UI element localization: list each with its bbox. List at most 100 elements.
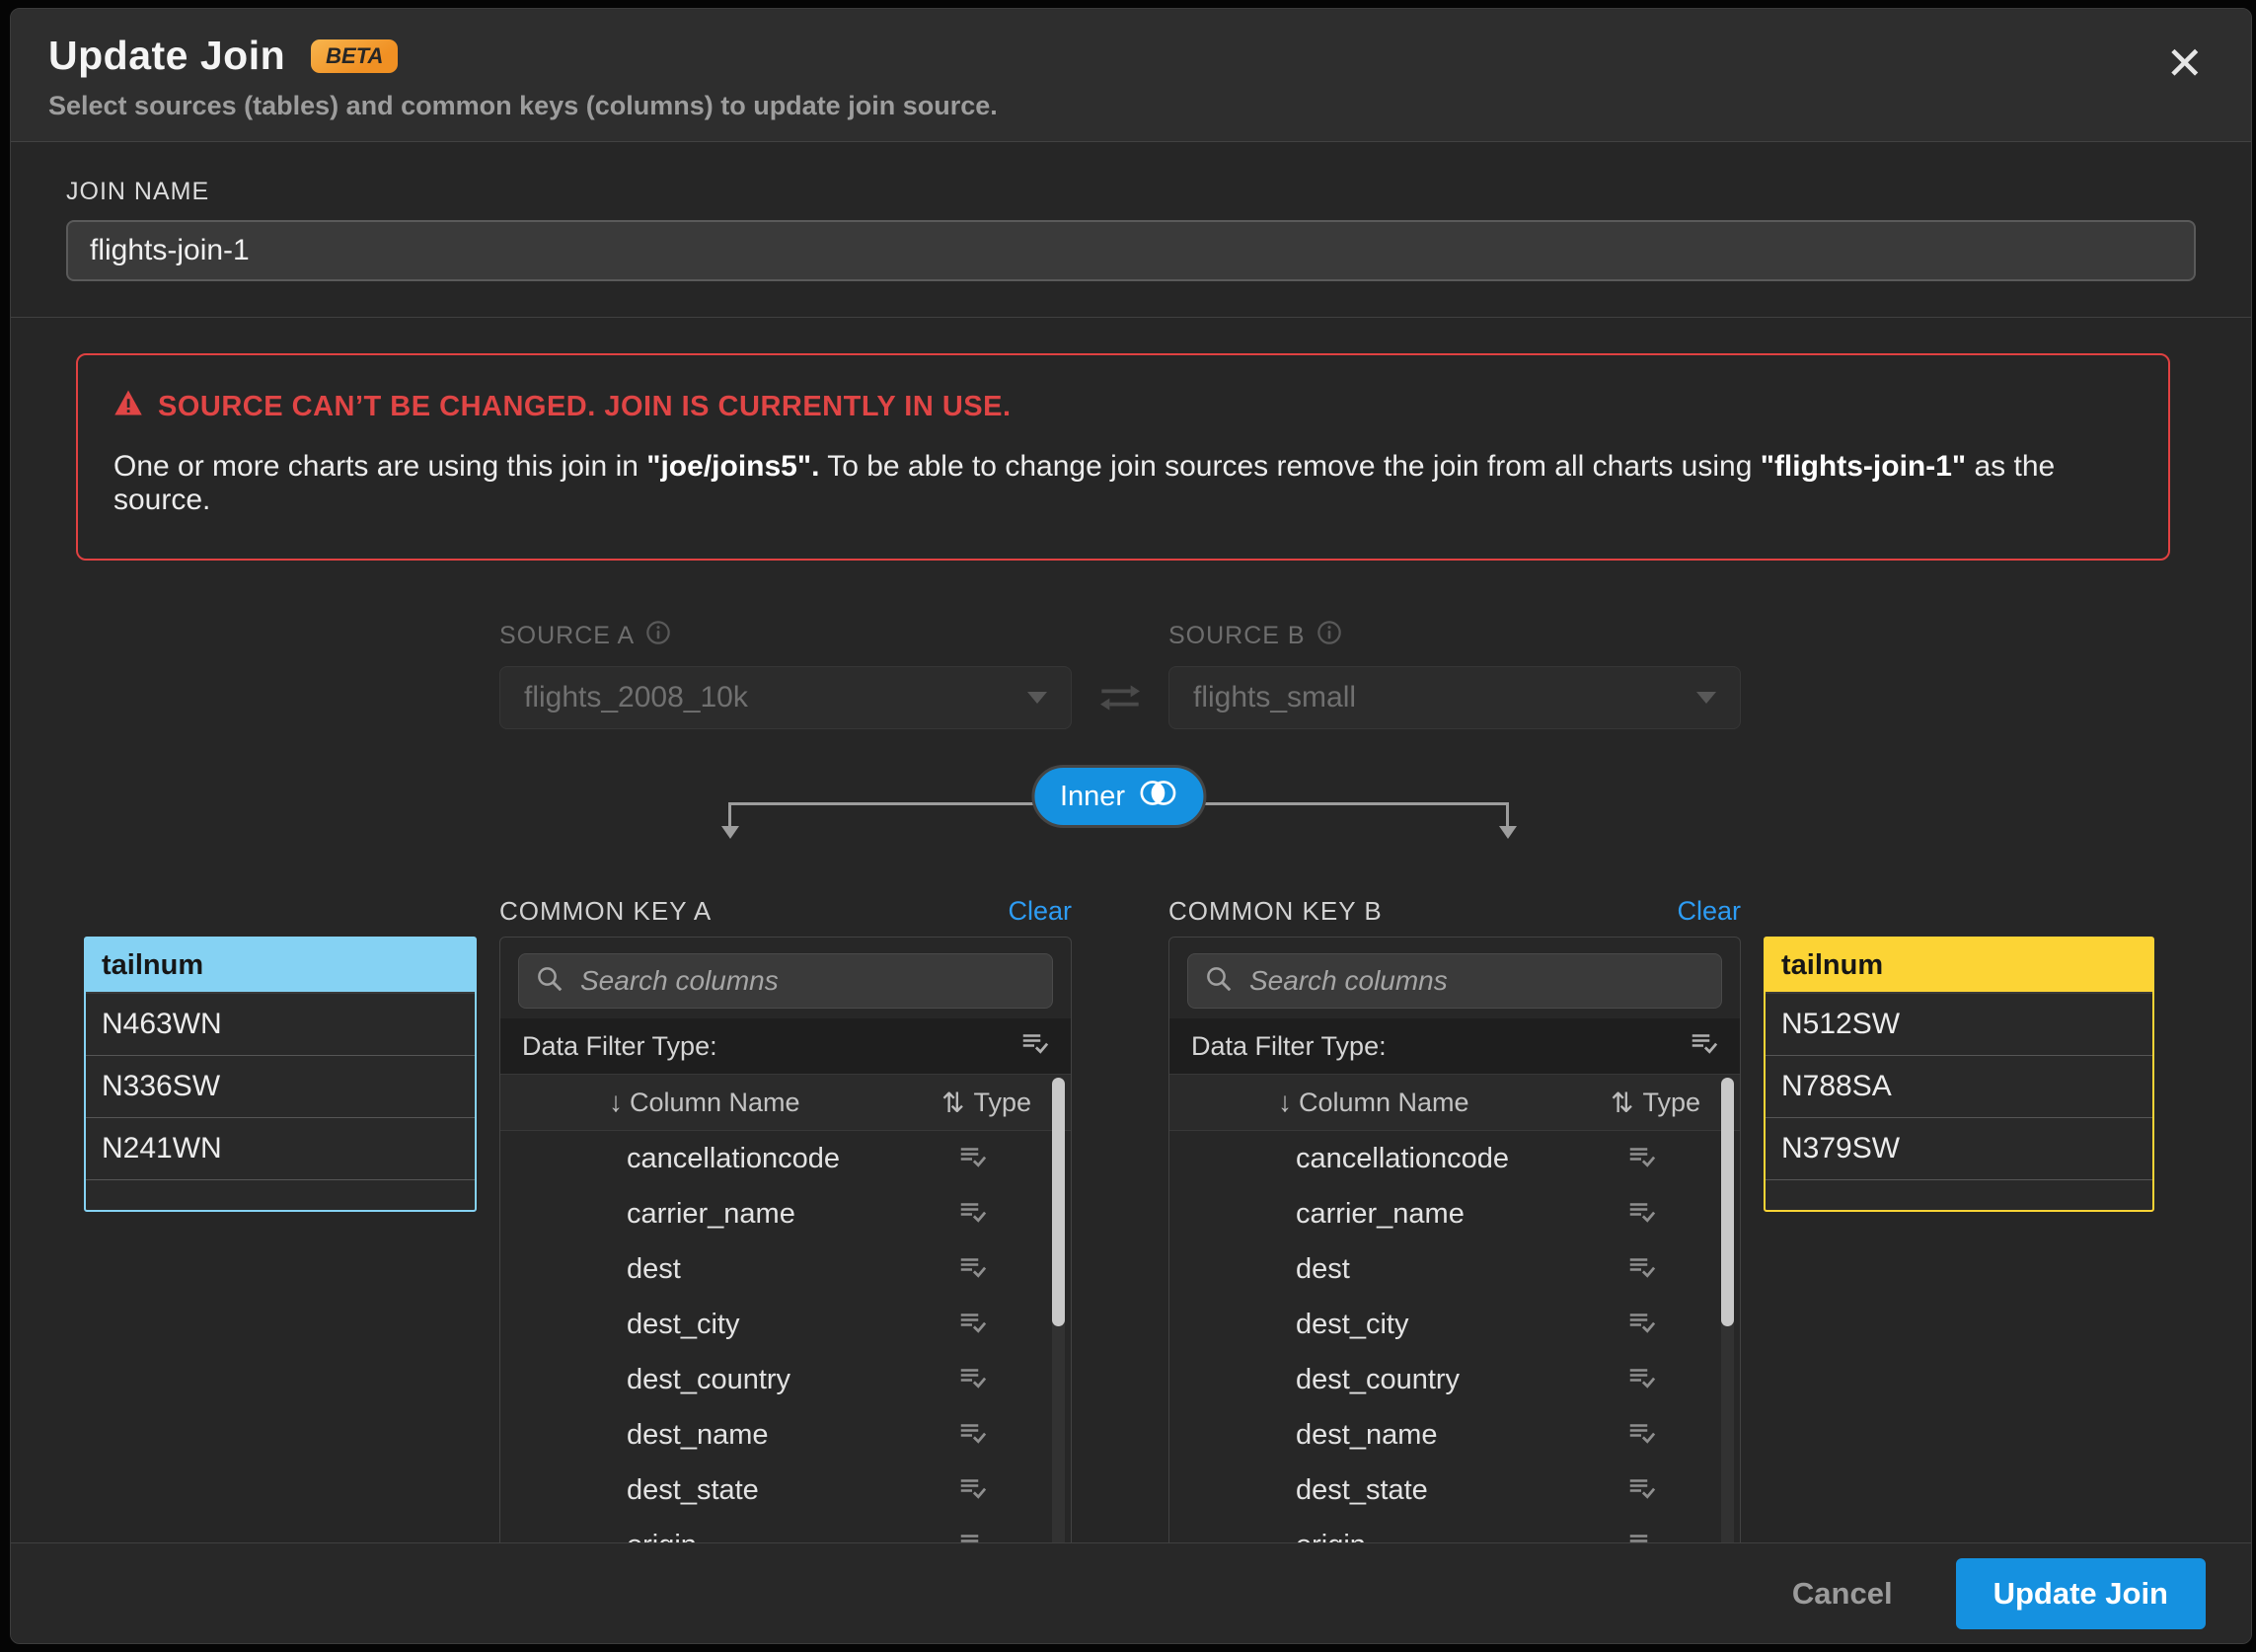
table-b-column: tailnum N512SW N788SA N379SW — [1764, 893, 2154, 1212]
data-filter-type-row-a: Data Filter Type: — [500, 1018, 1071, 1074]
arrow-down-left-icon — [721, 826, 739, 839]
data-filter-type-label: Data Filter Type: — [1191, 1031, 1387, 1062]
column-row[interactable]: dest — [500, 1241, 1071, 1297]
search-columns-a — [518, 953, 1053, 1009]
column-name: dest_city — [1169, 1309, 1567, 1341]
table-row-partial — [1766, 1180, 2152, 1210]
info-icon — [645, 620, 671, 652]
column-type-icon — [1567, 1197, 1740, 1232]
table-row-partial — [86, 1180, 475, 1210]
filter-type-icon[interactable] — [1689, 1028, 1718, 1065]
column-type-icon — [898, 1308, 1071, 1342]
sort-descending-icon: ↓ — [1278, 1087, 1292, 1118]
search-icon — [1204, 964, 1234, 999]
column-row[interactable]: dest_state — [1169, 1463, 1740, 1518]
table-row: N379SW — [1766, 1118, 2152, 1180]
column-row[interactable]: dest_city — [500, 1297, 1071, 1352]
sort-by-name-header[interactable]: ↓ Column Name — [1169, 1087, 1567, 1118]
table-row: N336SW — [86, 1056, 475, 1118]
column-row[interactable]: dest_name — [500, 1407, 1071, 1463]
common-key-b-label: COMMON KEY B — [1168, 896, 1383, 927]
column-name: dest_city — [500, 1309, 898, 1341]
column-type-icon — [898, 1197, 1071, 1232]
close-button[interactable]: ✕ — [2161, 37, 2208, 90]
join-name-input[interactable] — [66, 220, 2196, 281]
column-list-b: cancellationcode — [1169, 1131, 1740, 1571]
update-join-button[interactable]: Update Join — [1956, 1558, 2206, 1629]
sort-by-type-header[interactable]: ⇅ Type — [898, 1087, 1071, 1119]
column-row[interactable]: dest_country — [1169, 1352, 1740, 1407]
column-row[interactable]: carrier_name — [1169, 1186, 1740, 1241]
column-type-icon — [898, 1418, 1071, 1453]
search-columns-a-input[interactable] — [578, 964, 1036, 998]
column-name: carrier_name — [1169, 1198, 1567, 1231]
info-icon — [1316, 620, 1342, 652]
column-row[interactable]: dest — [1169, 1241, 1740, 1297]
dialog-header: Update Join BETA Select sources (tables)… — [11, 9, 2251, 142]
source-b-select: flights_small — [1168, 666, 1741, 729]
source-a-block: SOURCE A flights_2008_10k — [499, 620, 1072, 729]
table-b-preview: tailnum N512SW N788SA N379SW — [1764, 937, 2154, 1212]
dialog-subtitle: Select sources (tables) and common keys … — [48, 91, 2212, 121]
source-a-select: flights_2008_10k — [499, 666, 1072, 729]
source-b-value: flights_small — [1193, 681, 1356, 714]
column-list-header-b: ↓ Column Name ⇅ Type — [1169, 1074, 1740, 1131]
source-a-value: flights_2008_10k — [524, 681, 748, 714]
scrollbar-thumb[interactable] — [1052, 1078, 1065, 1326]
connector-line-right — [1506, 802, 1509, 828]
column-name: dest_country — [500, 1364, 898, 1396]
clear-key-b-button[interactable]: Clear — [1677, 896, 1741, 927]
column-name: dest_state — [500, 1474, 898, 1507]
column-type-icon — [898, 1473, 1071, 1508]
source-a-label: SOURCE A — [499, 622, 635, 650]
warning-triangle-icon — [113, 389, 143, 424]
join-name-section: JOIN NAME — [11, 142, 2251, 317]
column-row[interactable]: cancellationcode — [500, 1131, 1071, 1186]
sort-descending-icon: ↓ — [609, 1087, 623, 1118]
common-key-b-panel: Data Filter Type: ↓ Column Name — [1168, 937, 1741, 1571]
column-row[interactable]: carrier_name — [500, 1186, 1071, 1241]
column-name: carrier_name — [500, 1198, 898, 1231]
sort-by-type-header[interactable]: ⇅ Type — [1567, 1087, 1740, 1119]
table-row: N241WN — [86, 1118, 475, 1180]
column-name: dest — [1169, 1253, 1567, 1286]
sources-row: SOURCE A flights_2008_10k — [499, 620, 2251, 729]
table-b-rows: N512SW N788SA N379SW — [1766, 994, 2152, 1180]
scrollbar-thumb[interactable] — [1721, 1078, 1734, 1326]
column-row[interactable]: dest_city — [1169, 1297, 1740, 1352]
search-columns-b-input[interactable] — [1247, 964, 1705, 998]
update-join-dialog: Update Join BETA Select sources (tables)… — [10, 8, 2252, 1644]
column-row[interactable]: dest_name — [1169, 1407, 1740, 1463]
dialog-title: Update Join — [48, 33, 285, 79]
common-key-a-label: COMMON KEY A — [499, 896, 712, 927]
warning-box: SOURCE CAN’T BE CHANGED. JOIN IS CURRENT… — [76, 353, 2170, 561]
table-row: N512SW — [1766, 994, 2152, 1056]
column-row[interactable]: cancellationcode — [1169, 1131, 1740, 1186]
column-name: dest — [500, 1253, 898, 1286]
cancel-button[interactable]: Cancel — [1786, 1575, 1899, 1613]
sort-both-icon: ⇅ — [941, 1087, 964, 1119]
swap-sources-button — [1072, 620, 1168, 721]
column-type-icon — [898, 1142, 1071, 1176]
source-b-block: SOURCE B flights_small — [1168, 620, 1741, 729]
arrow-down-right-icon — [1499, 826, 1517, 839]
join-name-label: JOIN NAME — [66, 178, 2196, 206]
search-icon — [535, 964, 564, 999]
sort-by-name-header[interactable]: ↓ Column Name — [500, 1087, 898, 1118]
connector-line-left — [728, 802, 731, 828]
table-a-preview: tailnum N463WN N336SW N241WN — [84, 937, 477, 1212]
sort-both-icon: ⇅ — [1611, 1087, 1633, 1119]
common-key-a-column: COMMON KEY A Clear — [499, 893, 1072, 1571]
filter-type-icon[interactable] — [1019, 1028, 1049, 1065]
column-type-icon — [898, 1252, 1071, 1287]
column-type-icon — [1567, 1252, 1740, 1287]
column-row[interactable]: dest_state — [500, 1463, 1071, 1518]
table-b-header: tailnum — [1766, 939, 2152, 994]
column-name: dest_state — [1169, 1474, 1567, 1507]
data-filter-type-row-b: Data Filter Type: — [1169, 1018, 1740, 1074]
chevron-down-icon — [1696, 692, 1716, 704]
clear-key-a-button[interactable]: Clear — [1008, 896, 1072, 927]
column-row[interactable]: dest_country — [500, 1352, 1071, 1407]
table-row: N463WN — [86, 994, 475, 1056]
join-type-button[interactable]: Inner — [1031, 765, 1206, 828]
